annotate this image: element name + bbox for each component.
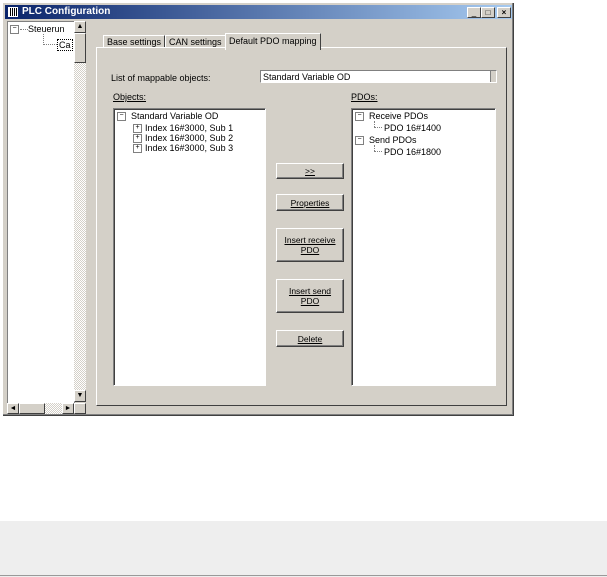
insert-receive-pdo-button[interactable]: Insert receive PDO [276,228,344,262]
objects-root-node[interactable]: Standard Variable OD [131,111,218,121]
send-pdos-node[interactable]: Send PDOs [369,135,417,145]
tree-connector [374,151,382,152]
object-item[interactable]: Index 16#3000, Sub 2 [145,133,233,143]
insert-send-pdo-button[interactable]: Insert send PDO [276,279,344,313]
insert-receive-pdo-label: Insert receive PDO [284,235,336,255]
configuration-tree[interactable]: − Steuerun Ca [7,21,75,404]
mappable-objects-dropdown[interactable]: Standard Variable OD [260,70,497,83]
add-mapping-label: >> [305,166,315,176]
mappable-objects-label: List of mappable objects: [111,73,211,83]
objects-label: Objects: [113,92,147,102]
maximize-button[interactable]: □ [481,7,495,18]
tree-node-can[interactable]: Ca [57,39,73,51]
pdos-label: PDOs: [351,92,378,102]
objects-tree[interactable]: − Standard Variable OD + Index 16#3000, … [113,108,266,386]
collapse-icon[interactable]: − [355,112,364,121]
delete-button[interactable]: Delete [276,330,344,347]
tree-connector [20,29,28,30]
title-bar[interactable]: PLC Configuration _ □ × [5,5,512,19]
add-mapping-button[interactable]: >> [276,163,344,179]
dropdown-arrow-icon[interactable] [490,71,496,82]
object-item[interactable]: Index 16#3000, Sub 1 [145,123,233,133]
tree-vertical-scrollbar[interactable]: ▲ ▼ [74,21,86,402]
expand-icon[interactable]: + [133,144,142,153]
mappable-objects-value: Standard Variable OD [263,72,351,82]
insert-send-pdo-label: Insert send PDO [288,286,332,306]
scroll-thumb[interactable] [74,33,86,63]
delete-label: Delete [297,333,323,344]
expand-icon[interactable]: + [133,124,142,133]
properties-label: Properties [290,197,330,208]
object-item[interactable]: Index 16#3000, Sub 3 [145,143,233,153]
page-footer-band [0,521,607,577]
send-pdo-item[interactable]: PDO 16#1800 [384,147,441,157]
tree-horizontal-scrollbar[interactable]: ◄ ► [7,403,86,414]
collapse-icon[interactable]: − [355,136,364,145]
properties-button[interactable]: Properties [276,194,344,211]
receive-pdos-node[interactable]: Receive PDOs [369,111,428,121]
tree-connector [374,127,382,128]
expand-icon[interactable]: + [133,134,142,143]
minimize-button[interactable]: _ [467,7,481,18]
receive-pdo-item[interactable]: PDO 16#1400 [384,123,441,133]
close-button[interactable]: × [497,7,511,18]
plc-app-icon [8,7,18,17]
scroll-down-icon[interactable]: ▼ [74,390,86,402]
scroll-right-icon[interactable]: ► [62,403,74,414]
footer-divider [0,575,607,576]
window-title: PLC Configuration [22,6,111,17]
scroll-up-icon[interactable]: ▲ [74,21,86,33]
plc-configuration-window: PLC Configuration _ □ × − Steuerun Ca ▲ … [2,2,515,417]
scroll-left-icon[interactable]: ◄ [7,403,19,414]
hscroll-thumb[interactable] [19,403,45,414]
tree-node-root[interactable]: Steuerun [28,24,65,34]
scroll-corner [74,403,86,414]
collapse-icon[interactable]: − [10,25,19,34]
tree-connector [43,44,57,45]
tab-default-pdo-mapping[interactable]: Default PDO mapping [225,33,321,50]
pane-splitter[interactable] [87,21,91,414]
collapse-icon[interactable]: − [117,112,126,121]
pdos-tree[interactable]: − Receive PDOs PDO 16#1400 − Send PDOs P… [351,108,496,386]
